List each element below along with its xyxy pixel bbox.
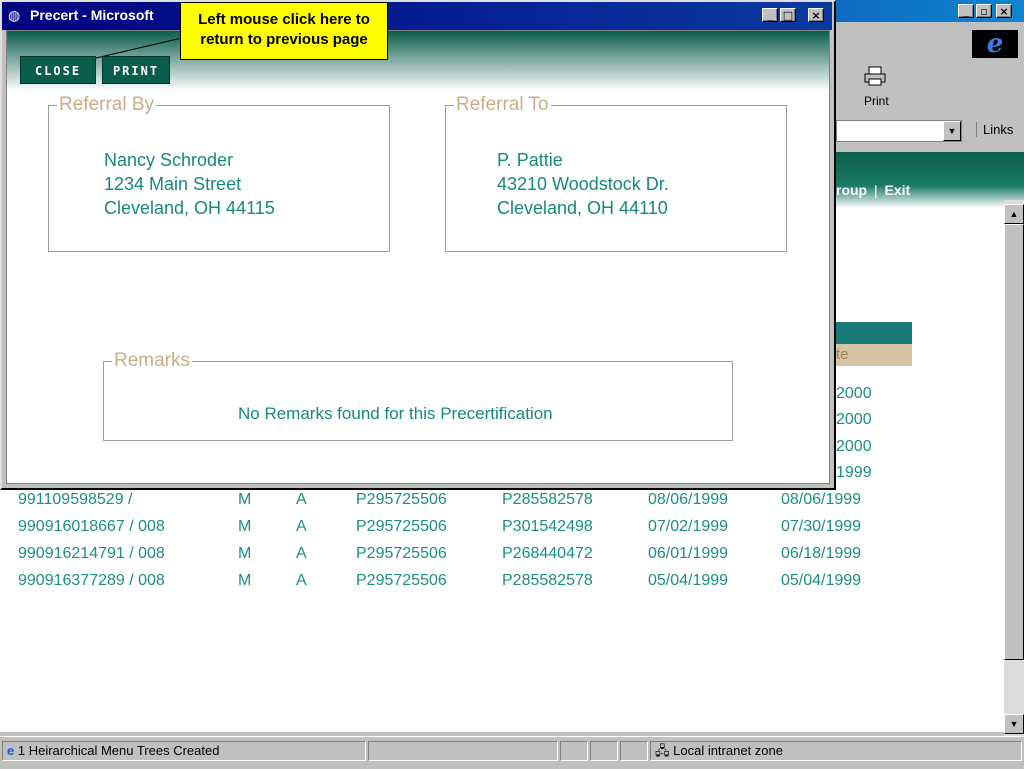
table-header-bar xyxy=(836,322,912,344)
cell-start-date: 08/06/1999 xyxy=(648,491,729,508)
cell-status: A xyxy=(296,545,307,562)
status-zone: Local intranet zone xyxy=(673,743,783,758)
print-toolbar-label[interactable]: Print xyxy=(864,94,889,108)
status-panel xyxy=(620,741,648,761)
cell-status: A xyxy=(296,518,307,535)
cell-provider-to: P285582578 xyxy=(502,491,593,508)
cell-end-date: 08/06/1999 xyxy=(781,491,862,508)
remarks-legend: Remarks xyxy=(114,350,191,371)
ie-logo-icon: e xyxy=(972,30,1018,58)
precert-id-link[interactable]: 990916214791 / 008 xyxy=(18,545,165,563)
cell-provider-from: P295725506 xyxy=(356,491,447,508)
callout-tooltip: Left mouse click here to return to previ… xyxy=(180,2,388,60)
cell-start-date: 07/02/1999 xyxy=(648,518,729,535)
remarks-text: No Remarks found for this Precertificati… xyxy=(238,404,553,423)
referral-by-legend: Referral By xyxy=(59,94,155,115)
precert-id-link[interactable]: 990916377289 / 008 xyxy=(18,572,165,590)
callout-line-1: Left mouse click here to xyxy=(198,11,370,28)
browser-restore-button[interactable]: ▫ xyxy=(976,4,992,18)
precert-id-link[interactable]: 991109598529 / xyxy=(18,491,132,509)
remarks-box: Remarks xyxy=(103,350,733,441)
referral-to-street: 43210 Woodstock Dr. xyxy=(497,174,669,194)
column-header-fragment: te xyxy=(836,346,849,363)
page-nav: roup | Exit xyxy=(836,182,910,198)
referral-by-address: Nancy Schroder 1234 Main Street Clevelan… xyxy=(104,148,275,220)
date-fragment: 2000 xyxy=(836,385,872,402)
referral-to-legend: Referral To xyxy=(456,94,549,115)
cell-start-date: 05/04/1999 xyxy=(648,572,729,589)
status-panel xyxy=(590,741,618,761)
date-fragment: 2000 xyxy=(836,438,872,455)
date-fragment: 2000 xyxy=(836,411,872,428)
cell-provider-from: P295725506 xyxy=(356,518,447,535)
status-message: 1 Heirarchical Menu Trees Created xyxy=(17,743,220,758)
cell-provider-to: P301542498 xyxy=(502,518,593,535)
popup-title: Precert - Microsoft xyxy=(30,7,154,23)
referral-by-street: 1234 Main Street xyxy=(104,174,242,194)
status-message-panel: e 1 Heirarchical Menu Trees Created xyxy=(2,741,366,761)
cell-end-date: 07/30/1999 xyxy=(781,518,862,535)
cell-provider-from: P295725506 xyxy=(356,545,447,562)
address-dropdown-icon[interactable]: ▼ xyxy=(943,121,961,141)
date-fragment: 1999 xyxy=(836,464,872,481)
cell-end-date: 05/04/1999 xyxy=(781,572,862,589)
cell-type: M xyxy=(238,572,252,589)
referral-to-city: Cleveland, OH 44110 xyxy=(497,198,668,218)
callout-line-2: return to previous page xyxy=(200,31,368,48)
table-column-header: te xyxy=(836,344,912,366)
close-button[interactable]: CLOSE xyxy=(20,56,96,84)
referral-to-address: P. Pattie 43210 Woodstock Dr. Cleveland,… xyxy=(497,148,669,220)
print-button[interactable]: PRINT xyxy=(102,56,170,84)
cell-type: M xyxy=(238,518,252,535)
cell-end-date: 06/18/1999 xyxy=(781,545,862,562)
status-panel xyxy=(560,741,588,761)
popup-minimize-button[interactable]: _ xyxy=(762,8,778,22)
ie-window-icon: ◍ xyxy=(8,7,21,23)
cell-status: A xyxy=(296,572,307,589)
status-zone-panel: 🖧 Local intranet zone xyxy=(650,741,1022,761)
cell-provider-to: P268440472 xyxy=(502,545,593,562)
nav-exit-link[interactable]: Exit xyxy=(885,182,911,198)
cell-start-date: 06/01/1999 xyxy=(648,545,729,562)
popup-close-window-button[interactable]: × xyxy=(808,8,824,22)
cell-status: A xyxy=(296,491,307,508)
cell-provider-from: P295725506 xyxy=(356,572,447,589)
status-bar: e 1 Heirarchical Menu Trees Created 🖧 Lo… xyxy=(0,736,1024,769)
popup-maximize-button[interactable]: □ xyxy=(780,8,796,22)
printer-icon[interactable] xyxy=(864,66,886,86)
ie-status-icon: e xyxy=(7,743,15,758)
page-header-banner xyxy=(836,152,1024,208)
referral-to-name: P. Pattie xyxy=(497,150,563,170)
links-button[interactable]: Links xyxy=(976,122,1013,137)
scroll-down-icon[interactable]: ▼ xyxy=(1004,714,1024,734)
cell-type: M xyxy=(238,545,252,562)
status-progress-panel xyxy=(368,741,558,761)
cell-provider-to: P285582578 xyxy=(502,572,593,589)
cell-type: M xyxy=(238,491,252,508)
scroll-up-icon[interactable]: ▲ xyxy=(1004,204,1024,224)
precert-id-link[interactable]: 990916018667 / 008 xyxy=(18,518,165,536)
scrollbar-thumb[interactable] xyxy=(1004,224,1024,660)
nav-separator: | xyxy=(874,182,878,198)
referral-by-city: Cleveland, OH 44115 xyxy=(104,198,275,218)
browser-minimize-button[interactable]: _ xyxy=(958,4,974,18)
browser-close-button[interactable]: × xyxy=(996,4,1012,18)
referral-by-name: Nancy Schroder xyxy=(104,150,234,170)
intranet-zone-icon: 🖧 xyxy=(655,743,670,758)
nav-group-link[interactable]: roup xyxy=(836,182,867,198)
